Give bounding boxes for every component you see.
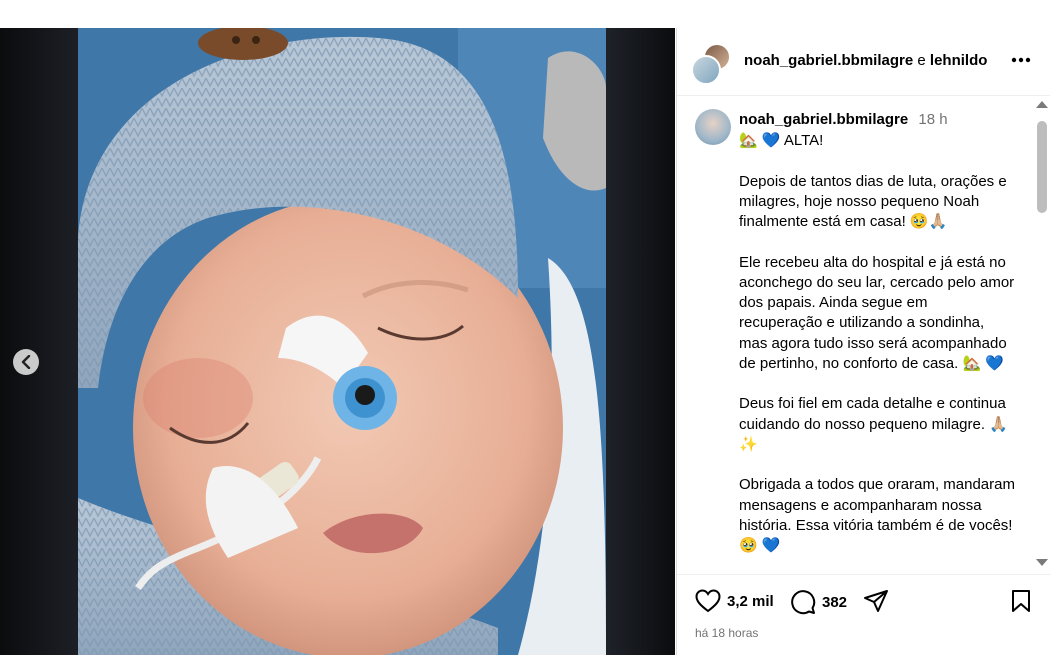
author-joiner: e [917, 52, 926, 69]
comments-scrollbar[interactable] [1034, 97, 1050, 572]
media-letterbox-right [606, 28, 675, 655]
avatar-noah[interactable] [691, 55, 721, 85]
comment-count[interactable]: 382 [822, 594, 847, 611]
scroll-up-icon[interactable] [1036, 101, 1048, 108]
caption-username[interactable]: noah_gabriel.bbmilagre [739, 111, 908, 128]
more-options-button[interactable] [1009, 50, 1033, 70]
collab-avatars[interactable] [691, 43, 731, 85]
post-authors: noah_gabriel.bbmilagre e lehnildo [744, 52, 987, 69]
caption-avatar[interactable] [695, 109, 731, 145]
top-strip [0, 0, 1050, 28]
previous-image-button[interactable] [13, 349, 39, 375]
baby-photo-illustration [78, 28, 606, 655]
like-button[interactable]: 3,2 mil [695, 589, 774, 613]
share-icon [864, 590, 888, 612]
bookmark-icon [1012, 590, 1030, 612]
like-count[interactable]: 3,2 mil [727, 593, 774, 610]
post-photo [78, 28, 606, 655]
post-media [0, 28, 675, 655]
author-username[interactable]: noah_gabriel.bbmilagre [744, 52, 913, 69]
post-actions: 3,2 mil 382 há 18 horas [677, 574, 1050, 656]
media-letterbox-left [0, 28, 78, 655]
chevron-left-icon [21, 355, 31, 369]
caption-header: noah_gabriel.bbmilagre 18 h [739, 111, 948, 128]
caption-time[interactable]: 18 h [918, 111, 947, 128]
comment-button[interactable]: 382 [790, 589, 847, 615]
save-button[interactable] [1010, 589, 1032, 613]
heart-icon [695, 589, 721, 613]
coauthor-username[interactable]: lehnildo [930, 52, 988, 69]
share-button[interactable] [863, 589, 889, 613]
caption-text: 🏡 💙 ALTA! Depois de tantos dias de luta,… [739, 132, 1015, 554]
more-options-icon [1011, 57, 1031, 63]
comments-panel: noah_gabriel.bbmilagre 18 h 🏡 💙 ALTA! De… [677, 96, 1033, 574]
comment-icon [791, 590, 816, 615]
scrollbar-thumb[interactable] [1037, 121, 1047, 213]
post-header: noah_gabriel.bbmilagre e lehnildo [677, 28, 1050, 96]
post-sidebar: noah_gabriel.bbmilagre e lehnildo noah_g… [676, 28, 1050, 655]
scroll-down-icon[interactable] [1036, 559, 1048, 566]
post-timestamp[interactable]: há 18 horas [695, 626, 758, 640]
